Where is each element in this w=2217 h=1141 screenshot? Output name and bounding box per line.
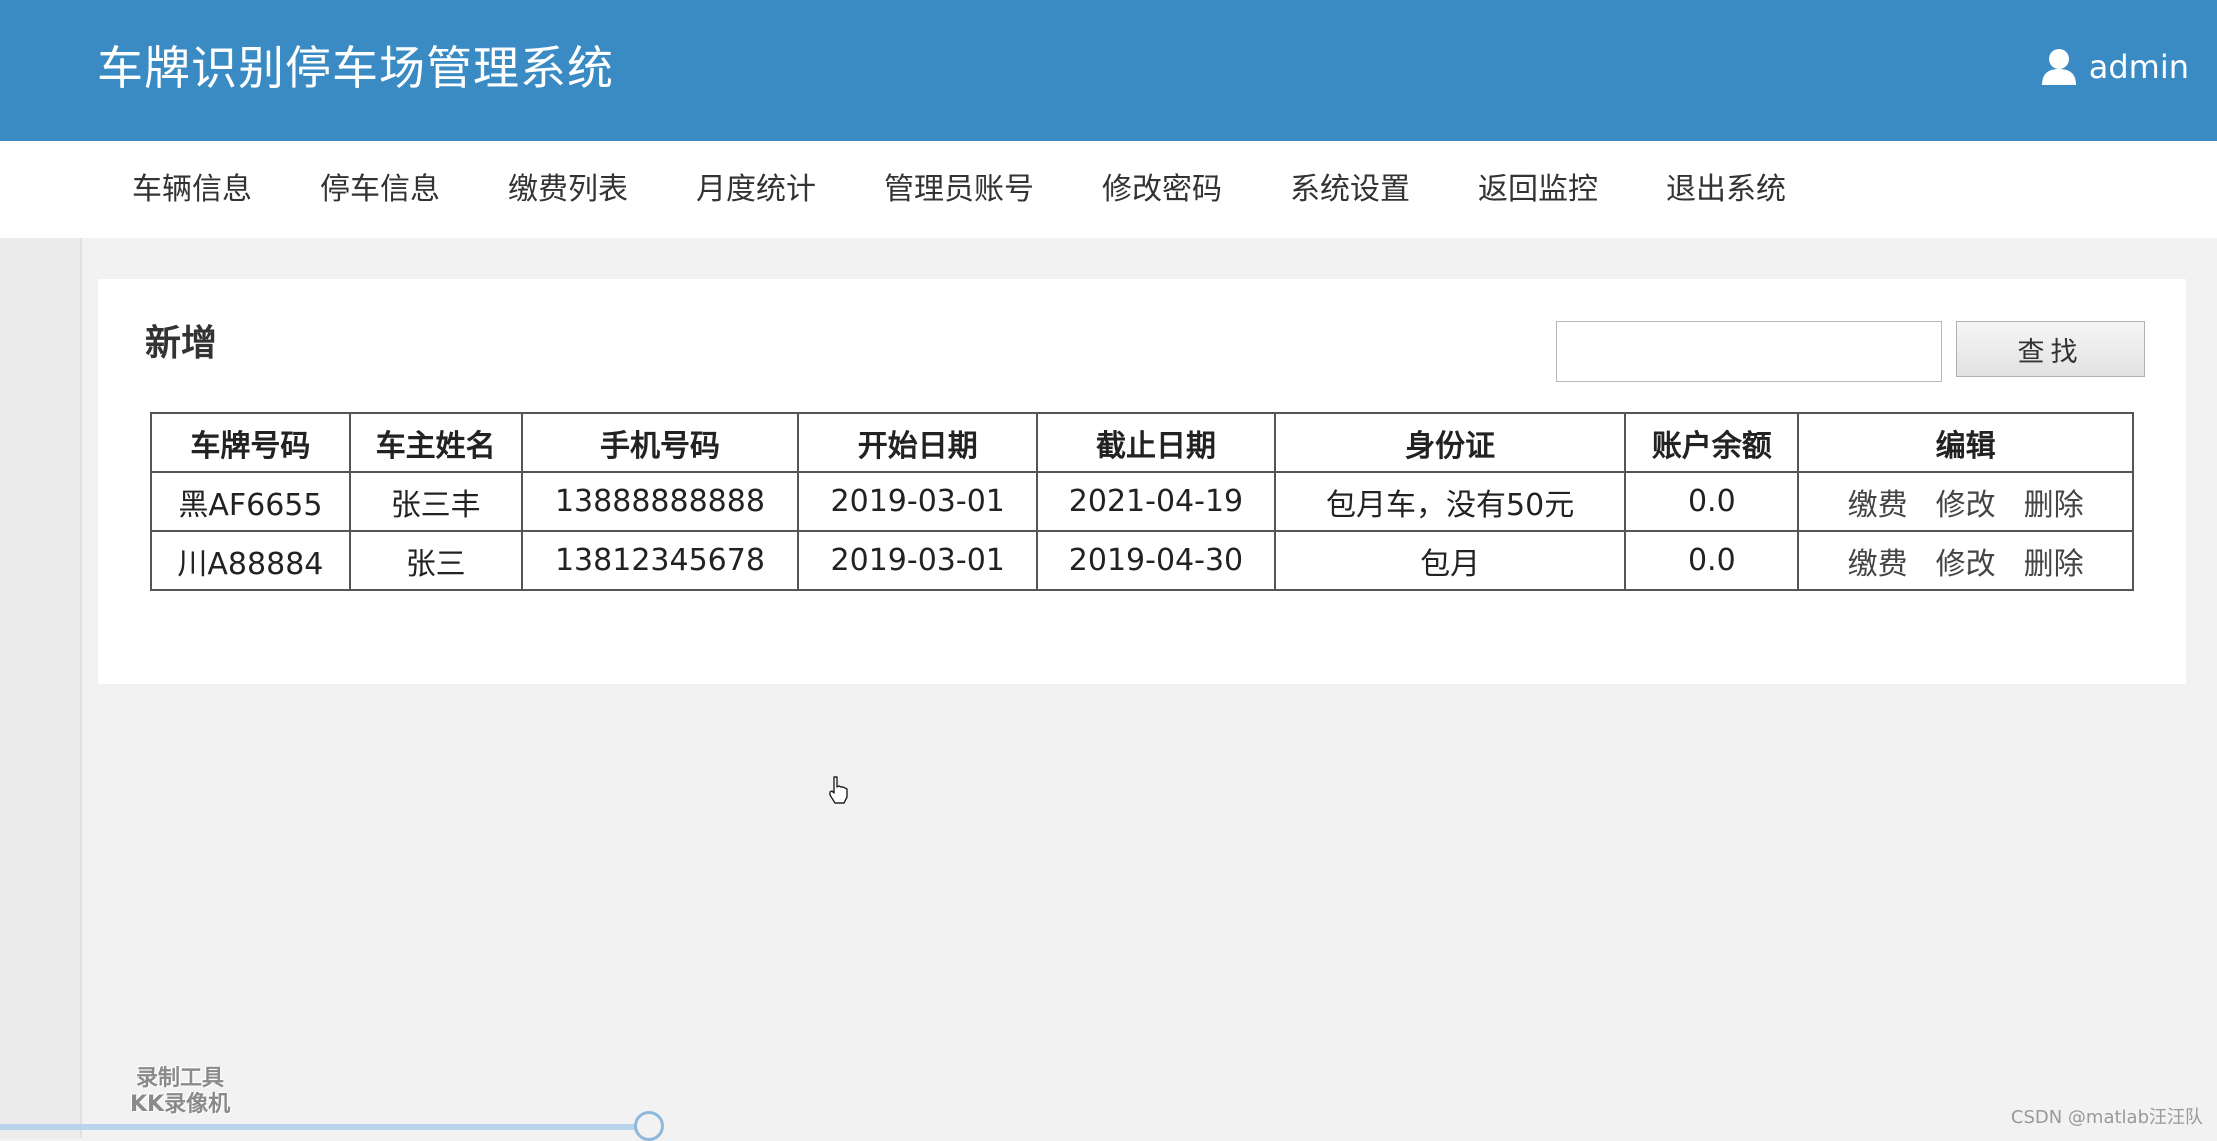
cell-plate: 川A88884 bbox=[150, 530, 351, 591]
video-progress-handle[interactable] bbox=[634, 1111, 664, 1141]
search-input[interactable] bbox=[1556, 321, 1942, 382]
cell-end-date: 2021-04-19 bbox=[1036, 471, 1276, 532]
nav-items: 车辆信息 停车信息 缴费列表 月度统计 管理员账号 修改密码 系统设置 返回监控… bbox=[132, 141, 1854, 238]
cell-phone: 13888888888 bbox=[520, 471, 800, 532]
delete-link[interactable]: 删除 bbox=[2024, 547, 2084, 582]
cell-start-date: 2019-03-01 bbox=[797, 471, 1039, 532]
column-header-edit: 编辑 bbox=[1797, 412, 2134, 473]
cell-start-date: 2019-03-01 bbox=[797, 530, 1039, 591]
delete-link[interactable]: 删除 bbox=[2024, 488, 2084, 523]
cell-id-card: 包月 bbox=[1273, 530, 1627, 591]
nav-item-monthly-stats[interactable]: 月度统计 bbox=[696, 170, 816, 210]
nav-item-system-settings[interactable]: 系统设置 bbox=[1290, 170, 1410, 210]
column-header-plate: 车牌号码 bbox=[150, 412, 351, 473]
column-header-start-date: 开始日期 bbox=[797, 412, 1039, 473]
cell-balance: 0.0 bbox=[1624, 471, 1800, 532]
column-header-owner: 车主姓名 bbox=[348, 412, 523, 473]
nav-item-parking-info[interactable]: 停车信息 bbox=[320, 170, 440, 210]
user-menu[interactable]: admin bbox=[2041, 42, 2189, 92]
nav-item-vehicle-info[interactable]: 车辆信息 bbox=[132, 170, 252, 210]
cell-end-date: 2019-04-30 bbox=[1036, 530, 1276, 591]
cell-actions: 缴费 修改 删除 bbox=[1797, 471, 2134, 532]
user-icon bbox=[2041, 48, 2077, 86]
watermark-line1: 录制工具 bbox=[136, 1066, 225, 1091]
column-header-id-card: 身份证 bbox=[1273, 412, 1627, 473]
column-header-phone: 手机号码 bbox=[520, 412, 800, 473]
edit-link[interactable]: 修改 bbox=[1936, 488, 1996, 523]
recorder-watermark: 录制工具 KK录像机 bbox=[130, 1066, 230, 1118]
credit-text: CSDN @matlab汪汪队 bbox=[2010, 1107, 2203, 1128]
table-row: 黑AF6655 张三丰 13888888888 2019-03-01 2021-… bbox=[150, 471, 2134, 532]
table-header-row: 车牌号码 车主姓名 手机号码 开始日期 截止日期 身份证 账户余额 编辑 bbox=[150, 412, 2134, 473]
app-title: 车牌识别停车场管理系统 bbox=[97, 41, 614, 95]
pay-link[interactable]: 缴费 bbox=[1848, 488, 1908, 523]
nav-bar: 车辆信息 停车信息 缴费列表 月度统计 管理员账号 修改密码 系统设置 返回监控… bbox=[0, 141, 2217, 238]
cell-actions: 缴费 修改 删除 bbox=[1797, 530, 2134, 591]
cell-owner: 张三丰 bbox=[348, 471, 523, 532]
header-bar: 车牌识别停车场管理系统 admin bbox=[0, 0, 2217, 141]
nav-item-change-password[interactable]: 修改密码 bbox=[1102, 170, 1222, 210]
cell-plate: 黑AF6655 bbox=[150, 471, 351, 532]
table-row: 川A88884 张三 13812345678 2019-03-01 2019-0… bbox=[150, 530, 2134, 591]
cell-owner: 张三 bbox=[348, 530, 523, 591]
nav-item-admin-account[interactable]: 管理员账号 bbox=[884, 170, 1034, 210]
watermark-line2: KK录像机 bbox=[130, 1092, 231, 1117]
sidebar-strip bbox=[0, 238, 82, 1138]
column-header-balance: 账户余额 bbox=[1624, 412, 1800, 473]
nav-item-logout[interactable]: 退出系统 bbox=[1666, 170, 1786, 210]
edit-link[interactable]: 修改 bbox=[1936, 547, 1996, 582]
user-name: admin bbox=[2088, 48, 2189, 86]
video-progress-track[interactable] bbox=[0, 1124, 648, 1130]
content-panel: 新增 查找 车牌号码 车主姓名 手机号码 开始日期 截止日期 身份证 账户余额 … bbox=[98, 279, 2186, 684]
cell-phone: 13812345678 bbox=[520, 530, 800, 591]
hand-cursor-icon bbox=[828, 776, 850, 808]
nav-item-payment-list[interactable]: 缴费列表 bbox=[508, 170, 628, 210]
add-button[interactable]: 新增 bbox=[145, 319, 217, 369]
pay-link[interactable]: 缴费 bbox=[1848, 547, 1908, 582]
vehicle-table: 车牌号码 车主姓名 手机号码 开始日期 截止日期 身份证 账户余额 编辑 黑AF… bbox=[150, 412, 2134, 591]
search-button[interactable]: 查找 bbox=[1956, 321, 2145, 377]
column-header-end-date: 截止日期 bbox=[1036, 412, 1276, 473]
cell-balance: 0.0 bbox=[1624, 530, 1800, 591]
nav-item-back-to-monitor[interactable]: 返回监控 bbox=[1478, 170, 1598, 210]
cell-id-card: 包月车，没有50元 bbox=[1273, 471, 1627, 532]
